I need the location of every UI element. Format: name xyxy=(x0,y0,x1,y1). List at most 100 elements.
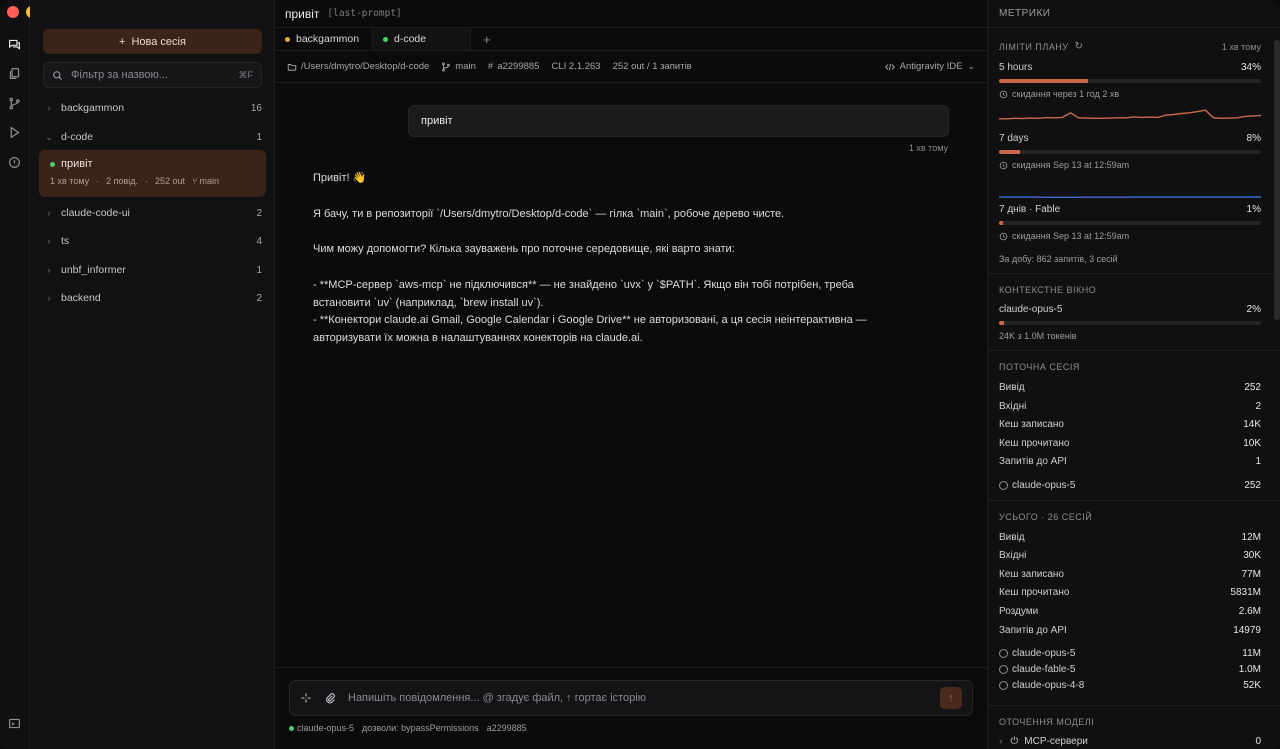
total-title: УСЬОГО · 26 СЕСІЙ xyxy=(999,512,1093,522)
branch-info: main xyxy=(441,61,476,72)
filter-input[interactable] xyxy=(71,69,231,81)
plug-icon: ⏻ xyxy=(1010,736,1019,747)
reply-line: Привіт! 👋 xyxy=(313,172,367,184)
refresh-icon[interactable]: ↻ xyxy=(1074,41,1083,52)
daily-usage: За добу: 862 запитів, 3 сесій xyxy=(999,254,1118,264)
git-branch-icon[interactable] xyxy=(7,96,21,110)
folder-icon xyxy=(287,63,297,71)
path-info[interactable]: /Users/dmytro/Desktop/d-code xyxy=(287,61,429,72)
chevron-right-icon: › xyxy=(47,208,51,218)
main-panel: привіт [last-prompt] backgammon d-code +… xyxy=(275,0,988,749)
limit-5h-fill xyxy=(999,79,1089,83)
chevron-right-icon: › xyxy=(47,265,51,275)
composer: ↑ xyxy=(289,680,973,716)
model-usage-row: claude-opus-5 252 xyxy=(999,480,1261,491)
limit-fable-fill xyxy=(999,221,1003,225)
metric-row: Роздуми 2.6M xyxy=(999,606,1261,617)
limit-5h-bar xyxy=(999,79,1261,83)
files-icon[interactable] xyxy=(7,66,21,80)
chevron-right-icon: › xyxy=(47,293,51,303)
chevron-down-icon: ⌄ xyxy=(967,61,975,71)
session-group-unbf-informer[interactable]: › unbf_informer 1 xyxy=(43,260,263,280)
user-message-time: 1 хв тому xyxy=(908,143,948,153)
limit-fable-bar xyxy=(999,221,1261,225)
context-bar xyxy=(999,321,1261,325)
session-info-bar: /Users/dmytro/Desktop/d-code main # a229… xyxy=(275,51,987,83)
current-session-title: ПОТОЧНА СЕСІЯ xyxy=(999,362,1080,372)
terminal-icon[interactable] xyxy=(7,716,21,730)
mcp-servers-row[interactable]: › ⏻ MCP-сервери 0 xyxy=(999,736,1261,747)
composer-status: claude-opus-5 дозволи: bypassPermissions… xyxy=(289,723,527,733)
tab-bar: backgammon d-code + xyxy=(275,28,987,51)
sparkline-path xyxy=(999,109,1261,120)
run-icon[interactable] xyxy=(7,125,21,139)
title-tag: [last-prompt] xyxy=(327,8,402,19)
search-icon xyxy=(53,70,62,80)
model-icon xyxy=(999,681,1008,690)
user-message: привіт xyxy=(408,105,949,137)
commit-hash: a2299885 xyxy=(486,723,527,733)
alert-icon[interactable] xyxy=(7,155,21,169)
session-title: привіт xyxy=(61,158,93,170)
session-group-d-code[interactable]: ⌄ d-code 1 xyxy=(43,127,262,147)
reply-line: встановити `uv` (наприклад, `brew instal… xyxy=(313,296,544,309)
clock-icon xyxy=(999,90,1008,98)
model-usage-row: claude-opus-4-8 52K xyxy=(999,680,1261,691)
clock-icon xyxy=(999,232,1008,240)
reply-line: Я бачу, ти в репозиторії `/Users/dmytro/… xyxy=(313,207,785,220)
reply-line: - **MCP-сервер `aws-mcp` не підключився*… xyxy=(313,278,854,291)
context-model: claude-opus-5 2% xyxy=(999,304,1261,315)
ide-selector[interactable]: Antigravity IDE ⌄ xyxy=(884,61,975,72)
send-button[interactable]: ↑ xyxy=(940,687,962,709)
session-group-backend[interactable]: › backend 2 xyxy=(43,288,263,308)
paperclip-icon[interactable] xyxy=(324,692,336,704)
chat-sessions-icon[interactable] xyxy=(7,37,21,51)
close-window-button[interactable] xyxy=(7,6,19,18)
clock-icon xyxy=(999,161,1008,169)
chevron-right-icon: › xyxy=(47,236,51,246)
metric-row: Вхідні 30K xyxy=(999,550,1261,561)
commit-info: # a2299885 xyxy=(487,61,540,72)
usage-stats: 252 out / 1 запитів xyxy=(612,61,692,72)
tab-d-code[interactable]: d-code xyxy=(373,28,471,50)
sparkle-icon[interactable] xyxy=(300,692,312,704)
branch-icon: ⑂ xyxy=(192,176,198,186)
new-session-button[interactable]: + Нова сесія xyxy=(43,29,262,54)
reply-line: Чим можу допомогти? Кілька зауважень про… xyxy=(313,243,735,256)
reply-line: авторизувати їх можна в налаштуваннях ко… xyxy=(313,332,643,345)
metrics-scrollbar[interactable] xyxy=(1274,40,1280,320)
composer-area: ↑ claude-opus-5 дозволи: bypassPermissio… xyxy=(275,667,988,749)
status-dot xyxy=(50,161,55,167)
metric-row: Кеш записано 14K xyxy=(999,419,1261,430)
limit-5h: 5 hours 34% xyxy=(999,62,1261,73)
model-icon xyxy=(999,649,1008,658)
model-icon xyxy=(999,665,1008,674)
session-group-claude-code-ui[interactable]: › claude-code-ui 2 xyxy=(43,203,263,223)
metric-row: Вивід 252 xyxy=(999,382,1261,393)
plus-icon: + xyxy=(119,35,126,48)
permissions[interactable]: дозволи: bypassPermissions xyxy=(362,723,479,733)
model-name[interactable]: claude-opus-5 xyxy=(297,723,354,733)
metric-row: Кеш прочитано 5831M xyxy=(999,587,1261,598)
tab-dot xyxy=(383,36,388,42)
session-group-backgammon[interactable]: › backgammon 16 xyxy=(43,98,263,118)
filter-shortcut: ⌘F xyxy=(238,69,254,80)
limit-7d-sparkline xyxy=(999,196,1261,198)
context-window-title: КОНТЕКСТНЕ ВІКНО xyxy=(999,285,1097,295)
active-session-item[interactable]: привіт 1 хв тому · 2 повід. · 252 out ⑂ … xyxy=(39,150,266,197)
plan-limits-title: ЛІМІТИ ПЛАНУ ↻ 1 хв тому xyxy=(999,41,1261,52)
limit-5h-sparkline xyxy=(999,109,1261,120)
reply-line: - **Конектори claude.ai Gmail, Google Ca… xyxy=(313,314,867,327)
context-fill xyxy=(999,321,1005,325)
metrics-panel: МЕТРИКИ ЛІМІТИ ПЛАНУ ↻ 1 хв тому 5 hours… xyxy=(988,0,1280,749)
page-title: привіт xyxy=(285,6,320,21)
metric-row: Вивід 12M xyxy=(999,532,1261,543)
title-bar: привіт [last-prompt] xyxy=(275,0,987,28)
add-tab-button[interactable]: + xyxy=(471,28,503,50)
message-input[interactable] xyxy=(348,692,928,704)
tab-backgammon[interactable]: backgammon xyxy=(275,28,373,50)
limit-7d-fable: 7 днів · Fable 1% xyxy=(999,204,1261,215)
session-group-ts[interactable]: › ts 4 xyxy=(43,231,263,251)
cli-version: CLI 2.1.263 xyxy=(551,61,601,72)
filter-box[interactable]: ⌘F xyxy=(43,62,262,88)
